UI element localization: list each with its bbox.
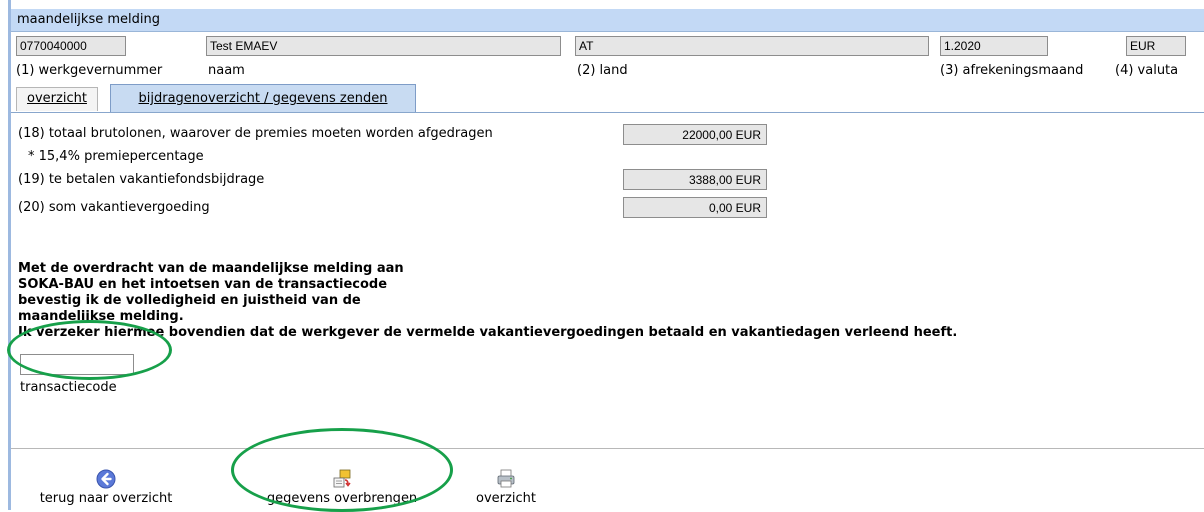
- tab-bijdragenoverzicht[interactable]: bijdragenoverzicht / gegevens zenden: [110, 84, 416, 112]
- highlight-circle-transfer: [231, 428, 453, 512]
- land-field[interactable]: AT: [575, 36, 929, 56]
- naam-field[interactable]: Test EMAEV: [206, 36, 561, 56]
- left-border: [8, 0, 11, 510]
- valuta-label: (4) valuta: [1115, 63, 1179, 78]
- afrekeningsmaand-field[interactable]: 1.2020: [940, 36, 1048, 56]
- overview-print-button[interactable]: overzicht: [470, 469, 542, 506]
- vakantiefonds-label: (19) te betalen vakantiefondsbijdrage: [18, 172, 265, 187]
- brutolonen-label: (18) totaal brutolonen, waarover de prem…: [18, 126, 493, 141]
- declaration-text: Met de overdracht van de maandelijkse me…: [18, 261, 957, 341]
- naam-label: naam: [208, 63, 245, 78]
- back-to-overview-button[interactable]: terug naar overzicht: [16, 469, 196, 506]
- back-to-overview-label: terug naar overzicht: [39, 491, 173, 506]
- werkgevernummer-field[interactable]: 0770040000: [16, 36, 126, 56]
- werkgevernummer-label: (1) werkgevernummer: [16, 63, 163, 78]
- transactiecode-label: transactiecode: [20, 380, 117, 395]
- vakantievergoeding-label: (20) som vakantievergoeding: [18, 200, 210, 215]
- footer-separator: [11, 448, 1204, 449]
- valuta-field[interactable]: EUR: [1126, 36, 1186, 56]
- brutolonen-value: 22000,00 EUR: [623, 124, 767, 145]
- vakantievergoeding-value: 0,00 EUR: [623, 197, 767, 218]
- premiepercentage-label: * 15,4% premiepercentage: [28, 149, 204, 164]
- highlight-circle-transactiecode: [7, 320, 172, 380]
- afrekeningsmaand-label: (3) afrekeningsmaand: [940, 63, 1084, 78]
- window-title: maandelijkse melding: [17, 12, 160, 27]
- vakantiefonds-value: 3388,00 EUR: [623, 169, 767, 190]
- land-label: (2) land: [577, 63, 628, 78]
- tab-overzicht[interactable]: overzicht: [16, 87, 98, 111]
- printer-icon: [497, 469, 515, 488]
- overview-print-label: overzicht: [476, 491, 536, 506]
- back-arrow-icon: [96, 469, 116, 489]
- declaration-line: SOKA-BAU en het intoetsen van de transac…: [18, 277, 388, 292]
- declaration-line: Met de overdracht van de maandelijkse me…: [18, 261, 404, 276]
- declaration-line: bevestig ik de volledigheid en juistheid…: [18, 293, 361, 308]
- title-bar: maandelijkse melding: [11, 9, 1204, 32]
- declaration-line: maandelijkse melding.: [18, 309, 184, 324]
